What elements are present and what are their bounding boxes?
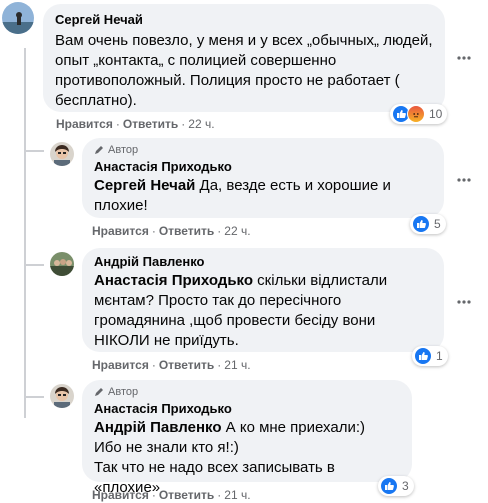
reactions-count: 10 [429,107,443,121]
avatar[interactable] [50,252,74,276]
reactions-count: 3 [402,479,409,493]
author-badge: Автор [94,386,400,398]
more-options-icon[interactable] [454,292,474,312]
separator: · [181,117,186,131]
comment-body-line-2: Ибо не знали кто я!:) [94,439,239,456]
reply-link[interactable]: Ответить [159,224,214,238]
like-reaction-icon [380,477,398,495]
like-reaction-icon [414,347,432,365]
like-link[interactable]: Нравится [56,117,113,131]
comment-body-line-1: А ко мне приехали:) [221,419,366,436]
thread-line-branch [24,150,44,152]
comment-text: Анастасія Приходько скільки відлистали м… [94,271,432,351]
comment-text: Вам очень повезло, у меня и у всех „обыч… [55,32,433,109]
thread-line [24,48,26,418]
reactions-summary[interactable]: 10 [390,104,448,124]
timestamp-link[interactable]: 21 ч. [224,488,250,502]
separator: · [217,224,222,238]
separator: · [217,488,222,502]
reactions-summary[interactable]: 5 [410,214,446,234]
comment-text: Андрій Павленко А ко мне приехали:) Ибо … [94,418,400,498]
avatar[interactable] [50,142,74,166]
pencil-icon [95,146,103,154]
thread-line-branch [24,264,44,266]
more-options-icon[interactable] [454,48,474,68]
separator: · [115,117,120,131]
avatar[interactable] [2,2,34,34]
reply-link[interactable]: Ответить [159,488,214,502]
comment-bubble: Автор Анастасія Приходько Андрій Павленк… [82,380,412,496]
like-link[interactable]: Нравится [92,358,149,372]
more-options-icon[interactable] [454,170,474,190]
separator: · [151,224,156,238]
like-link[interactable]: Нравится [92,488,149,502]
reactions-summary[interactable]: 1 [412,346,448,366]
reply-link[interactable]: Ответить [123,117,178,131]
comment-actions: Нравится · Ответить · 22 ч. [56,117,215,131]
comment-bubble: Андрій Павленко Анастасія Приходько скіл… [82,248,444,352]
separator: · [151,488,156,502]
mention-link[interactable]: Анастасія Приходько [94,272,253,289]
avatar[interactable] [50,384,74,408]
like-reaction-icon [412,215,430,233]
author-badge: Автор [94,144,432,156]
comment-author[interactable]: Анастасія Приходько [94,401,400,416]
separator: · [151,358,156,372]
author-badge-label: Автор [108,386,139,398]
reactions-count: 1 [436,349,443,363]
comment-bubble: Сергей Нечай Вам очень повезло, у меня и… [43,4,445,112]
thread-line-branch [24,396,44,398]
mention-link[interactable]: Андрій Павленко [94,419,222,436]
comment-actions: Нравится · Ответить · 21 ч. [92,358,251,372]
reactions-count: 5 [434,217,441,231]
reply-link[interactable]: Ответить [159,358,214,372]
comment-actions: Нравится · Ответить · 21 ч. [92,488,251,502]
comment-author[interactable]: Анастасія Приходько [94,159,432,174]
timestamp-link[interactable]: 22 ч. [188,117,214,131]
timestamp-link[interactable]: 21 ч. [224,358,250,372]
timestamp-link[interactable]: 22 ч. [224,224,250,238]
like-link[interactable]: Нравится [92,224,149,238]
author-badge-label: Автор [108,144,139,156]
comment-text: Сергей Нечай Да, везде есть и хорошие и … [94,176,432,216]
separator: · [217,358,222,372]
comment-bubble: Автор Анастасія Приходько Сергей Нечай Д… [82,138,444,218]
pencil-icon [95,388,103,396]
comment-actions: Нравится · Ответить · 22 ч. [92,224,251,238]
comment-author[interactable]: Сергей Нечай [55,12,433,27]
comment-author[interactable]: Андрій Павленко [94,254,432,269]
mention-link[interactable]: Сергей Нечай [94,177,195,194]
reactions-summary[interactable]: 3 [378,476,414,496]
angry-reaction-icon [407,105,425,123]
